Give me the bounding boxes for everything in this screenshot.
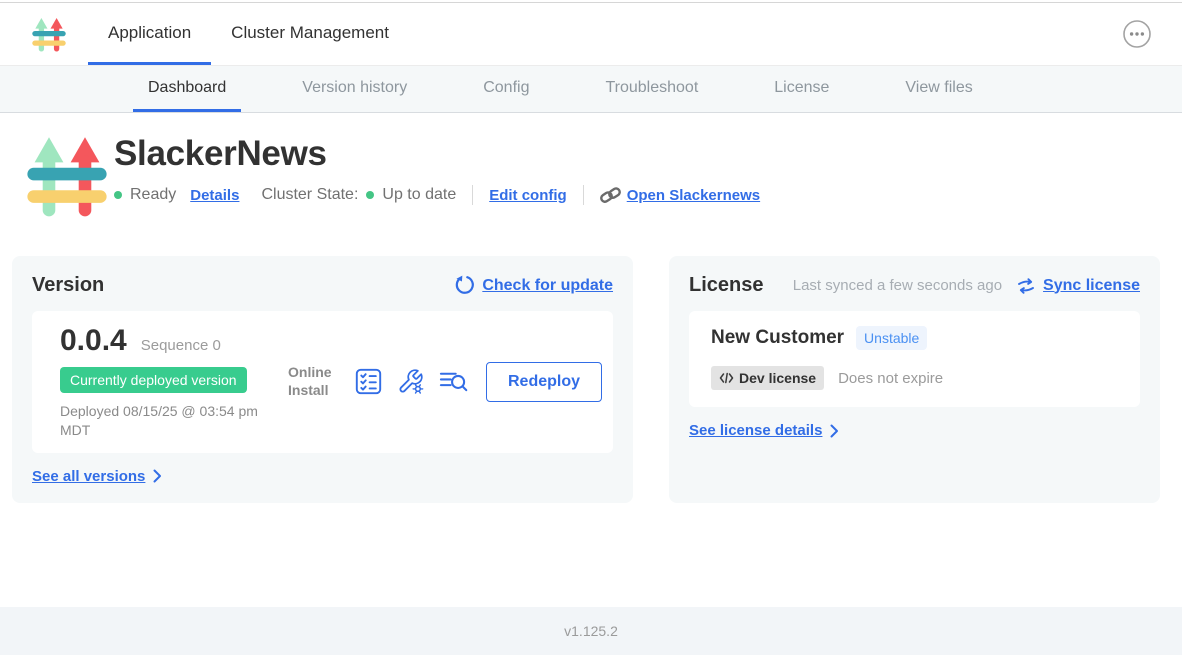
current-version-panel: 0.0.4 Sequence 0 Currently deployed vers… [32,311,613,453]
app-status-text: Ready [130,186,176,204]
sync-license-link[interactable]: Sync license [1043,277,1140,295]
cluster-state-label: Cluster State: [261,186,358,204]
console-footer: v1.125.2 [0,607,1182,655]
customer-name: New Customer [711,327,844,349]
chevron-right-icon [830,424,839,438]
page-title: SlackerNews [114,134,760,174]
tab-cluster-management-label: Cluster Management [231,23,389,43]
install-type-label: Online Install [288,364,340,399]
app-heading-section: SlackerNews Ready Details Cluster State:… [0,113,1182,222]
refresh-icon [453,275,474,296]
version-card-title: Version [32,274,104,297]
version-card-header: Version Check for update [32,274,613,297]
slackernews-app-logo-icon [22,128,112,222]
app-status-row: Ready Details Cluster State: Up to date … [114,185,760,205]
checklist-icon [355,368,382,395]
divider [472,185,473,205]
preflight-checks-button[interactable] [355,368,382,395]
edit-config-link[interactable]: Edit config [489,187,567,204]
primary-app-bar: Application Cluster Management [0,3,1182,66]
dashboard-cards: Version Check for update 0.0.4 Sequ [0,222,1182,503]
subnav-item-license[interactable]: License [759,66,844,112]
lines-magnifier-icon [439,369,469,394]
subnav-license-label: License [774,79,829,97]
divider [583,185,584,205]
currently-deployed-badge: Currently deployed version [60,367,247,393]
subnav-troubleshoot-label: Troubleshoot [605,79,698,97]
tab-application-label: Application [108,23,191,43]
subnav-version-history-label: Version history [302,79,407,97]
license-card-title: License [689,274,763,297]
edit-config-icon-button[interactable] [397,368,424,395]
chevron-right-icon [153,469,162,483]
license-card: License Last synced a few seconds ago Sy… [669,256,1160,503]
tab-cluster-management[interactable]: Cluster Management [211,3,409,65]
console-version: v1.125.2 [564,623,618,639]
chain-link-icon [600,186,621,204]
wrench-gear-icon [397,368,424,395]
subnav-view-files-label: View files [905,79,972,97]
check-for-update-link[interactable]: Check for update [482,277,613,295]
cluster-state-dot [366,191,374,199]
overflow-menu-button[interactable] [1122,19,1152,49]
see-license-details-link[interactable]: See license details [689,422,822,439]
version-number: 0.0.4 [60,324,127,358]
subnav-item-view-files[interactable]: View files [890,66,987,112]
redeploy-button[interactable]: Redeploy [486,362,602,402]
ellipsis-circle-icon [1122,19,1152,49]
admin-console-page: Application Cluster Management Dashboard… [0,0,1182,655]
version-sequence: Sequence 0 [141,337,221,354]
app-subnav: Dashboard Version history Config Trouble… [0,66,1182,113]
subnav-item-version-history[interactable]: Version history [287,66,422,112]
channel-badge: Unstable [856,326,927,350]
license-type-badge: Dev license [711,366,824,390]
code-brackets-icon [719,372,734,384]
version-card: Version Check for update 0.0.4 Sequ [12,256,633,503]
slackernews-logo-icon [30,13,68,55]
tab-application[interactable]: Application [88,3,211,65]
view-diff-button[interactable] [439,369,469,394]
subnav-item-config[interactable]: Config [468,66,544,112]
license-expiration: Does not expire [838,370,943,387]
deployed-timestamp: Deployed 08/15/25 @ 03:54 pm MDT [60,402,275,440]
app-ready-dot [114,191,122,199]
license-last-synced: Last synced a few seconds ago [793,277,1002,294]
cluster-state-value: Up to date [382,186,456,204]
license-card-header: License Last synced a few seconds ago Sy… [689,274,1140,297]
license-type-badge-label: Dev license [739,370,816,386]
primary-nav: Application Cluster Management [88,3,409,65]
sync-arrows-icon [1016,277,1036,295]
see-all-versions-link[interactable]: See all versions [32,468,145,485]
status-details-link[interactable]: Details [190,187,239,204]
subnav-config-label: Config [483,79,529,97]
subnav-item-troubleshoot[interactable]: Troubleshoot [590,66,713,112]
subnav-item-dashboard[interactable]: Dashboard [133,66,241,112]
license-details-panel: New Customer Unstable Dev license [689,311,1140,407]
subnav-dashboard-label: Dashboard [148,79,226,97]
open-app-link[interactable]: Open Slackernews [627,187,760,204]
